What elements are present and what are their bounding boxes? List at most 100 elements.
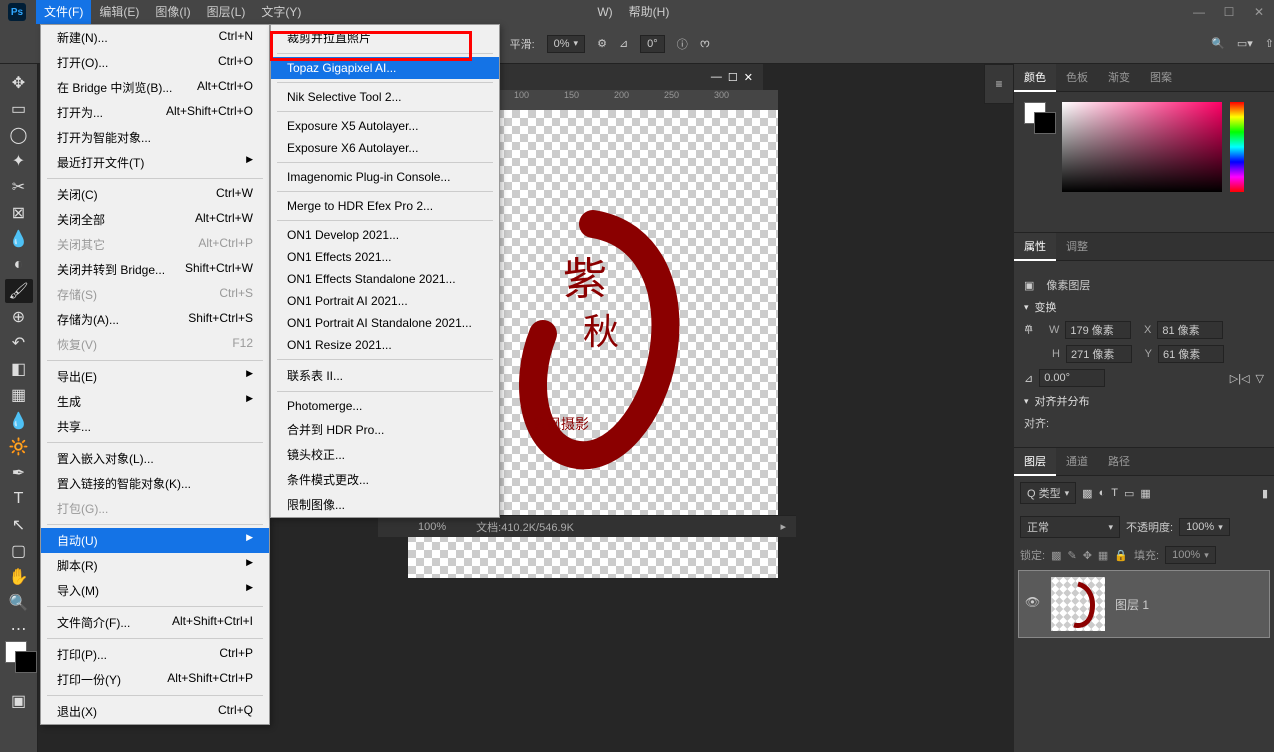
file-menu-item[interactable]: 脚本(R) [41, 553, 269, 578]
history-brush-tool[interactable]: ↶ [5, 331, 33, 355]
link-wh-icon[interactable]: 𐄷 [1024, 323, 1033, 338]
wand-tool[interactable]: ✦ [5, 149, 33, 173]
auto-menu-item[interactable]: 条件模式更改... [271, 467, 499, 492]
file-menu-item[interactable]: 存储(S)Ctrl+S [41, 282, 269, 307]
tab-swatches[interactable]: 色板 [1056, 64, 1098, 92]
maximize-button[interactable]: ☐ [1214, 2, 1244, 22]
tab-gradients[interactable]: 渐变 [1098, 64, 1140, 92]
file-menu-item[interactable]: 共享... [41, 414, 269, 439]
file-menu-item[interactable]: 打开(O)...Ctrl+O [41, 50, 269, 75]
y-input[interactable] [1158, 345, 1224, 363]
file-menu-item[interactable]: 退出(X)Ctrl+Q [41, 699, 269, 724]
file-menu-item[interactable]: 恢复(V)F12 [41, 332, 269, 357]
file-menu-item[interactable]: 关闭(C)Ctrl+W [41, 182, 269, 207]
menu-edit[interactable]: 编辑(E) [91, 0, 147, 24]
menu-layer[interactable]: 图层(L) [199, 0, 254, 24]
marquee-tool[interactable]: ▭ [5, 97, 33, 121]
brush-tool[interactable]: 🖌 [5, 279, 33, 303]
visibility-icon[interactable]: 👁 [1025, 595, 1043, 613]
zoom-tool[interactable]: 🔍 [5, 591, 33, 615]
status-arrow[interactable]: ▸ [780, 520, 786, 533]
auto-menu-item[interactable]: Exposure X6 Autolayer... [271, 137, 499, 159]
tab-channels[interactable]: 通道 [1056, 448, 1098, 476]
auto-menu-item[interactable]: ON1 Effects 2021... [271, 246, 499, 268]
smooth-gear-icon[interactable]: ⚙ [597, 37, 607, 50]
auto-menu-item[interactable]: Topaz Gigapixel AI... [271, 57, 499, 79]
filter-pixel-icon[interactable]: ▩ [1082, 487, 1092, 500]
auto-menu-item[interactable]: Merge to HDR Efex Pro 2... [271, 195, 499, 217]
file-menu-item[interactable]: 导出(E) [41, 364, 269, 389]
tab-color[interactable]: 颜色 [1014, 64, 1056, 92]
lasso-tool[interactable]: ◯ [5, 123, 33, 147]
file-menu-item[interactable]: 打印(P)...Ctrl+P [41, 642, 269, 667]
auto-menu-item[interactable]: Photomerge... [271, 395, 499, 417]
width-input[interactable] [1065, 321, 1131, 339]
gradient-tool[interactable]: ▦ [5, 383, 33, 407]
stamp-tool[interactable]: ⊕ [5, 305, 33, 329]
auto-menu-item[interactable]: Exposure X5 Autolayer... [271, 115, 499, 137]
auto-menu-item[interactable]: ON1 Portrait AI 2021... [271, 290, 499, 312]
blur-tool[interactable]: 💧 [5, 409, 33, 433]
x-input[interactable] [1157, 321, 1223, 339]
file-menu-item[interactable]: 存储为(A)...Shift+Ctrl+S [41, 307, 269, 332]
layer-row[interactable]: 👁 图层 1 [1018, 570, 1270, 638]
filter-adjust-icon[interactable]: ◐ [1099, 487, 1106, 499]
eyedropper-tool[interactable]: 💧 [5, 227, 33, 251]
align-header[interactable]: ▾对齐并分布 [1024, 393, 1264, 409]
lock-artboard-icon[interactable]: ▦ [1098, 549, 1108, 562]
color-swap[interactable] [5, 646, 33, 670]
quickmask-tool[interactable]: ▣ [5, 689, 33, 713]
heal-tool[interactable]: ◐ [5, 253, 33, 277]
menu-window[interactable]: W) [589, 0, 620, 24]
auto-menu-item[interactable]: 镜头校正... [271, 442, 499, 467]
file-menu-item[interactable]: 置入嵌入对象(L)... [41, 446, 269, 471]
panel-collapse-icon[interactable]: ≡ [984, 64, 1014, 104]
filter-smart-icon[interactable]: ▦ [1140, 487, 1150, 500]
file-menu-item[interactable]: 关闭并转到 Bridge...Shift+Ctrl+W [41, 257, 269, 282]
tab-adjustments[interactable]: 调整 [1056, 233, 1098, 261]
tab-patterns[interactable]: 图案 [1140, 64, 1182, 92]
file-menu-item[interactable]: 置入链接的智能对象(K)... [41, 471, 269, 496]
move-tool[interactable]: ✥ [5, 71, 33, 95]
fg-bg-swatch[interactable] [1024, 102, 1054, 136]
smooth-value[interactable]: 0% ▾ [547, 35, 585, 53]
shape-tool[interactable]: ▢ [5, 539, 33, 563]
opacity-value[interactable]: 100%▾ [1179, 518, 1230, 536]
close-button[interactable]: ✕ [1244, 2, 1274, 22]
filter-shape-icon[interactable]: ▭ [1124, 487, 1134, 500]
more-tools[interactable]: ⋯ [5, 617, 33, 641]
menu-file[interactable]: 文件(F) [36, 0, 91, 24]
tab-minimize-icon[interactable]: — [711, 71, 722, 84]
flip-h-icon[interactable]: ▷|◁ [1230, 372, 1250, 385]
auto-menu-item[interactable]: ON1 Portrait AI Standalone 2021... [271, 312, 499, 334]
layer-thumbnail[interactable] [1051, 577, 1105, 631]
zoom-level[interactable]: 100% [418, 521, 446, 533]
lock-brush-icon[interactable]: ✎ [1067, 549, 1076, 562]
menu-type[interactable]: 文字(Y) [253, 0, 309, 24]
minimize-button[interactable]: — [1184, 2, 1214, 22]
tab-layers[interactable]: 图层 [1014, 448, 1056, 476]
file-menu-item[interactable]: 生成 [41, 389, 269, 414]
auto-menu-item[interactable]: ON1 Resize 2021... [271, 334, 499, 356]
auto-menu-item[interactable]: 联系表 II... [271, 363, 499, 388]
auto-menu-item[interactable]: Nik Selective Tool 2... [271, 86, 499, 108]
color-picker[interactable] [1062, 102, 1222, 192]
file-menu-item[interactable]: 在 Bridge 中浏览(B)...Alt+Ctrl+O [41, 75, 269, 100]
auto-menu-item[interactable]: 合并到 HDR Pro... [271, 417, 499, 442]
layer-name[interactable]: 图层 1 [1115, 596, 1149, 613]
menu-image[interactable]: 图像(I) [147, 0, 198, 24]
file-menu-item[interactable]: 关闭其它Alt+Ctrl+P [41, 232, 269, 257]
frame-tool[interactable]: ⊠ [5, 201, 33, 225]
tab-properties[interactable]: 属性 [1014, 233, 1056, 261]
butterfly-icon[interactable]: ᰔ [700, 35, 710, 52]
hand-tool[interactable]: ✋ [5, 565, 33, 589]
tab-paths[interactable]: 路径 [1098, 448, 1140, 476]
blend-mode-dropdown[interactable]: 正常 ▾ [1020, 516, 1120, 538]
symmetry-icon[interactable]: ⓘ [677, 36, 688, 52]
crop-tool[interactable]: ✂ [5, 175, 33, 199]
type-tool[interactable]: T [5, 487, 33, 511]
fill-value[interactable]: 100%▾ [1165, 546, 1216, 564]
flip-v-icon[interactable]: ▽ [1256, 372, 1264, 385]
auto-menu-item[interactable]: ON1 Develop 2021... [271, 224, 499, 246]
auto-menu-item[interactable]: ON1 Effects Standalone 2021... [271, 268, 499, 290]
